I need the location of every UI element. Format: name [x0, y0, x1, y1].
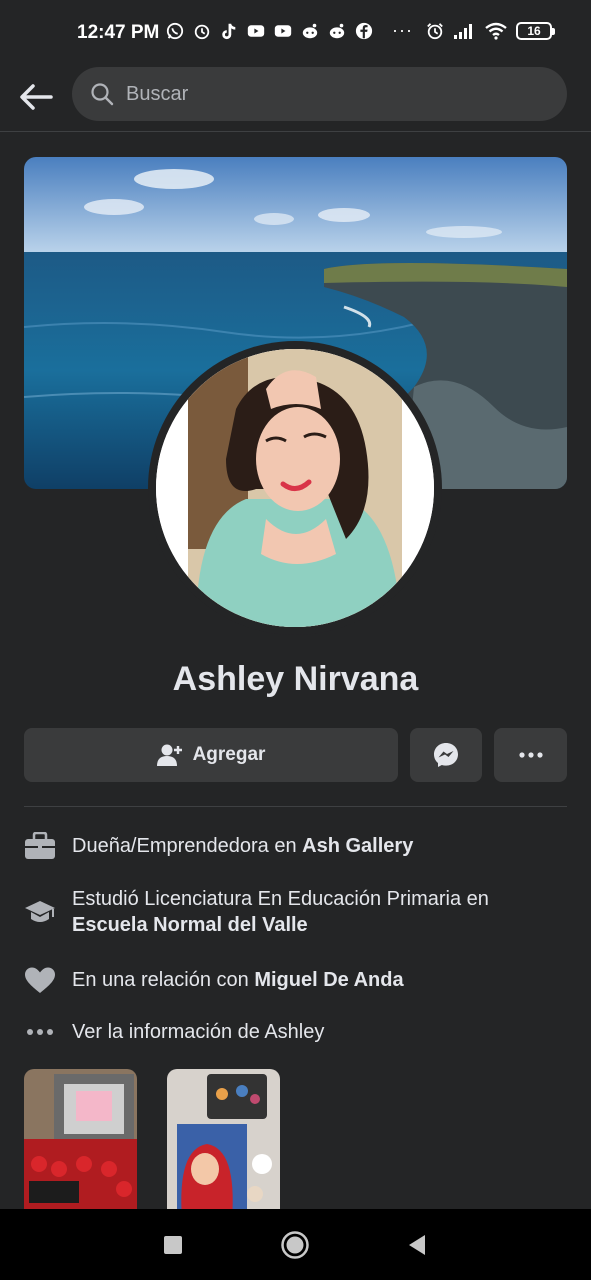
- info-education: Estudió Licenciatura En Educación Primar…: [24, 886, 567, 938]
- tiktok-icon: [222, 23, 236, 40]
- reddit-icon: [329, 23, 345, 39]
- youtube-icon: [247, 25, 265, 37]
- featured-photo[interactable]: [24, 1069, 137, 1219]
- featured-photo[interactable]: [167, 1069, 280, 1219]
- ellipsis-icon: [24, 1016, 56, 1048]
- notification-icons: [166, 22, 373, 40]
- add-friend-icon: [156, 744, 182, 766]
- facebook-icon: [355, 22, 373, 40]
- status-bar: 12:47 PM ··· 16: [0, 0, 591, 66]
- system-icons: 16: [426, 22, 555, 40]
- profile-actions: Agregar: [24, 728, 567, 782]
- partner-link[interactable]: Miguel De Anda: [254, 969, 403, 991]
- signal-icon: [454, 24, 472, 39]
- alarm-icon: [194, 24, 210, 40]
- youtube-icon: [274, 25, 292, 37]
- search-icon: [91, 83, 114, 106]
- more-options-button[interactable]: [494, 728, 567, 782]
- system-navigation-bar: [0, 1209, 591, 1280]
- recents-button[interactable]: [155, 1227, 191, 1263]
- study-prefix: Estudió Licenciatura En Educación Primar…: [72, 888, 489, 910]
- recents-icon: [164, 1236, 182, 1254]
- briefcase-icon: [24, 830, 56, 862]
- avatar: [156, 349, 434, 627]
- status-time: 12:47 PM: [77, 22, 160, 43]
- search-input[interactable]: [126, 82, 526, 106]
- photo-image: [167, 1069, 280, 1219]
- battery-indicator: 16: [516, 22, 555, 40]
- back-triangle-icon: [409, 1235, 425, 1255]
- home-button[interactable]: [277, 1227, 313, 1263]
- photo-image: [24, 1069, 137, 1219]
- add-friend-button[interactable]: Agregar: [24, 728, 398, 782]
- profile-picture[interactable]: [148, 341, 442, 635]
- add-friend-label: Agregar: [192, 744, 266, 765]
- home-icon: [281, 1231, 309, 1259]
- more-icon: [518, 752, 543, 758]
- graduation-cap-icon: [24, 896, 56, 928]
- profile-name: Ashley Nirvana: [172, 660, 419, 698]
- alarm-icon: [427, 23, 443, 40]
- back-button[interactable]: [16, 77, 56, 117]
- more-notifications-indicator: ···: [392, 20, 413, 40]
- wifi-icon: [485, 22, 507, 40]
- search-bar[interactable]: [72, 67, 567, 121]
- relationship-prefix: En una relación con: [72, 969, 255, 991]
- messenger-button[interactable]: [410, 728, 482, 782]
- divider: [24, 806, 567, 807]
- whatsapp-icon: [166, 22, 184, 40]
- back-nav-button[interactable]: [399, 1227, 435, 1263]
- reddit-icon: [302, 23, 318, 39]
- back-arrow-icon: [20, 84, 53, 110]
- messenger-icon: [434, 743, 458, 767]
- top-bar: [0, 66, 591, 132]
- see-info-link[interactable]: Ver la información de Ashley: [24, 1016, 567, 1048]
- see-info-label: Ver la información de Ashley: [72, 1021, 325, 1043]
- work-prefix: Dueña/Emprendedora en: [72, 835, 303, 857]
- heart-icon: [24, 964, 56, 996]
- info-relationship: En una relación con Miguel De Anda: [24, 964, 567, 996]
- school-link[interactable]: Escuela Normal del Valle: [72, 914, 308, 936]
- info-work: Dueña/Emprendedora en Ash Gallery: [24, 830, 567, 862]
- work-place-link[interactable]: Ash Gallery: [302, 835, 413, 857]
